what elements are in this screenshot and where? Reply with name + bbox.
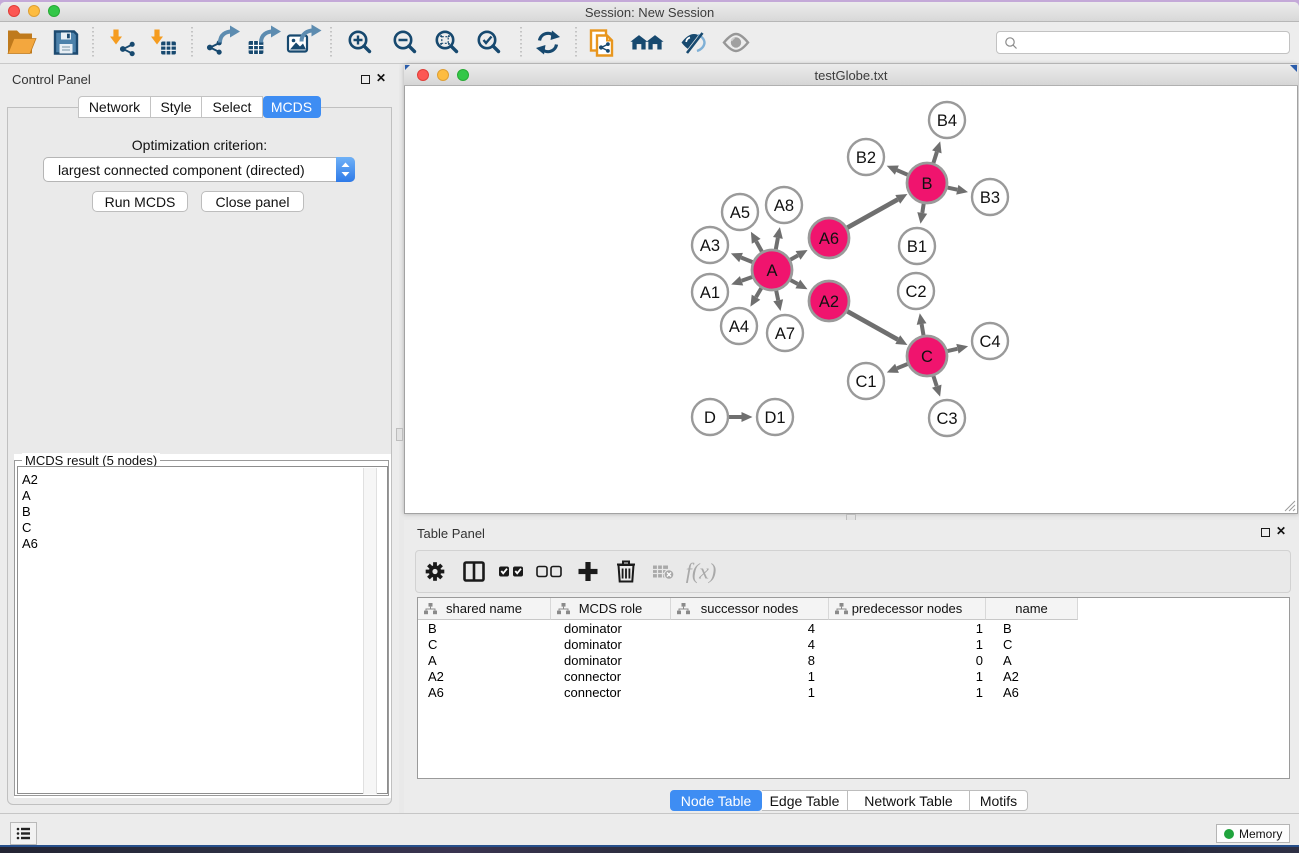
svg-text:C: C	[921, 348, 933, 366]
svg-text:B1: B1	[907, 238, 927, 256]
svg-text:B: B	[921, 175, 932, 193]
svg-text:A1: A1	[700, 284, 720, 302]
svg-text:A2: A2	[819, 293, 839, 311]
svg-text:A: A	[766, 262, 777, 280]
svg-text:C2: C2	[905, 283, 926, 301]
svg-text:B3: B3	[980, 189, 1000, 207]
svg-text:A6: A6	[819, 230, 839, 248]
svg-text:C4: C4	[979, 333, 1000, 351]
svg-text:B4: B4	[937, 112, 957, 130]
svg-text:A4: A4	[729, 318, 749, 336]
svg-text:A3: A3	[700, 237, 720, 255]
svg-text:A8: A8	[774, 197, 794, 215]
svg-text:C3: C3	[936, 410, 957, 428]
svg-text:A5: A5	[730, 204, 750, 222]
svg-text:B2: B2	[856, 149, 876, 167]
svg-text:C1: C1	[855, 373, 876, 391]
svg-text:f(x): f(x)	[686, 559, 717, 584]
svg-text:D: D	[704, 409, 716, 427]
svg-text:D1: D1	[764, 409, 785, 427]
svg-text:A7: A7	[775, 325, 795, 343]
